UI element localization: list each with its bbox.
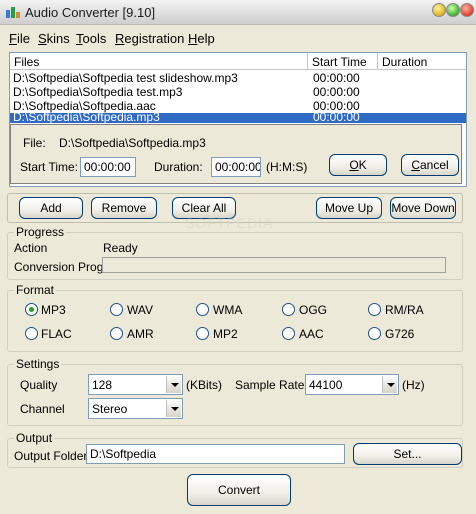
list-header: Files Start Time Duration [10,53,466,70]
sample-rate-label: Sample Rate [235,378,305,392]
move-down-button[interactable]: Move Down [390,197,456,219]
row-start-time: 00:00:00 [313,113,360,123]
close-button[interactable] [460,3,474,17]
format-label-mp2: MP2 [213,327,238,341]
progress-group-title: Progress [14,225,67,239]
watermark: SOFTPEDIA [185,215,274,231]
format-label-ogg: OGG [299,303,328,317]
output-folder-label: Output Folder [14,449,88,463]
sample-rate-unit: (Hz) [402,378,425,392]
file-path-value: D:\Softpedia\Softpedia.mp3 [59,136,206,150]
column-header-start-time[interactable]: Start Time [308,53,378,70]
app-icon [6,7,20,18]
duration-input[interactable]: 00:00:00 [211,157,261,177]
output-folder-input[interactable]: D:\Softpedia [86,444,345,464]
menu-help[interactable]: Help [188,31,215,46]
ok-button[interactable]: OK [329,154,387,176]
column-header-files[interactable]: Files [10,53,308,70]
row-file: D:\Softpedia\Softpedia test.mp3 [13,85,183,99]
menu-skins[interactable]: Skins [38,31,70,46]
format-radio-mp2[interactable] [196,327,209,340]
menu-registration[interactable]: Registration [115,31,184,46]
list-row[interactable]: D:\Softpedia\Softpedia.aac 00:00:00 [10,99,466,113]
hms-hint: (H:M:S) [266,160,308,174]
row-file: D:\Softpedia\Softpedia test slideshow.mp… [13,71,238,85]
sample-rate-select[interactable]: 44100 [305,374,399,395]
row-file: D:\Softpedia\Softpedia.aac [13,99,156,113]
chevron-down-icon[interactable] [382,376,397,393]
conversion-progress-label: Conversion Progr [14,260,108,274]
convert-button[interactable]: Convert [187,474,291,506]
row-start-time: 00:00:00 [313,71,360,85]
menu-tools[interactable]: Tools [76,31,106,46]
channel-value: Stereo [92,402,128,416]
settings-group-title: Settings [14,357,62,371]
column-header-duration[interactable]: Duration [378,53,466,70]
format-label-aac: AAC [299,327,324,341]
file-label: File: [23,136,46,150]
format-group-title: Format [14,283,57,297]
row-file: D:\Softpedia\Softpedia.mp3 [13,113,160,123]
start-time-label: Start Time: [20,160,79,174]
item-editor-panel: File: D:\Softpedia\Softpedia.mp3 Start T… [10,124,462,184]
row-start-time: 00:00:00 [313,85,360,99]
minimize-button[interactable] [432,3,446,17]
start-time-input[interactable]: 00:00:00 [80,157,136,177]
add-button[interactable]: Add [19,197,83,219]
action-label: Action [14,241,48,255]
list-row[interactable]: D:\Softpedia\Softpedia test.mp3 00:00:00 [10,85,466,99]
maximize-button[interactable] [446,3,460,17]
format-label-rm-ra: RM/RA [385,303,424,317]
list-row[interactable]: D:\Softpedia\Softpedia test slideshow.mp… [10,71,466,85]
format-radio-g726[interactable] [368,327,381,340]
format-label-flac: FLAC [41,327,72,341]
quality-select[interactable]: 128 [88,374,183,395]
set-folder-button[interactable]: Set... [353,443,462,465]
sample-rate-value: 44100 [309,378,343,392]
window-title: Audio Converter [9.10] [25,5,156,20]
action-status: Ready [103,241,138,255]
format-label-mp3: MP3 [41,303,66,317]
format-radio-ogg[interactable] [282,303,295,316]
format-radio-rm-ra[interactable] [368,303,381,316]
quality-unit: (KBits) [186,378,222,392]
format-label-amr: AMR [127,327,154,341]
format-radio-amr[interactable] [110,327,123,340]
format-group: Format [7,283,463,352]
move-up-button[interactable]: Move Up [316,197,382,219]
menu-file[interactable]: File [9,31,30,46]
format-radio-aac[interactable] [282,327,295,340]
format-radio-wav[interactable] [110,303,123,316]
row-start-time: 00:00:00 [313,99,360,113]
output-group-title: Output [14,431,55,445]
quality-label: Quality [20,378,58,392]
conversion-progress-bar [102,257,446,273]
format-radio-flac[interactable] [25,327,38,340]
list-row-selected[interactable]: D:\Softpedia\Softpedia.mp3 00:00:00 [10,113,466,123]
channel-select[interactable]: Stereo [88,398,183,419]
format-radio-wma[interactable] [196,303,209,316]
format-label-g726: G726 [385,327,415,341]
quality-value: 128 [92,378,113,392]
duration-label: Duration: [154,160,203,174]
format-radio-mp3[interactable] [25,303,38,316]
format-label-wav: WAV [127,303,153,317]
chevron-down-icon[interactable] [166,400,181,417]
cancel-button[interactable]: Cancel [401,154,459,176]
chevron-down-icon[interactable] [166,376,181,393]
menu-bar: File Skins Tools Registration Help [0,27,476,49]
title-bar: Audio Converter [9.10] [0,0,476,25]
channel-label: Channel [20,402,65,416]
format-label-wma: WMA [213,303,243,317]
remove-button[interactable]: Remove [91,197,157,219]
